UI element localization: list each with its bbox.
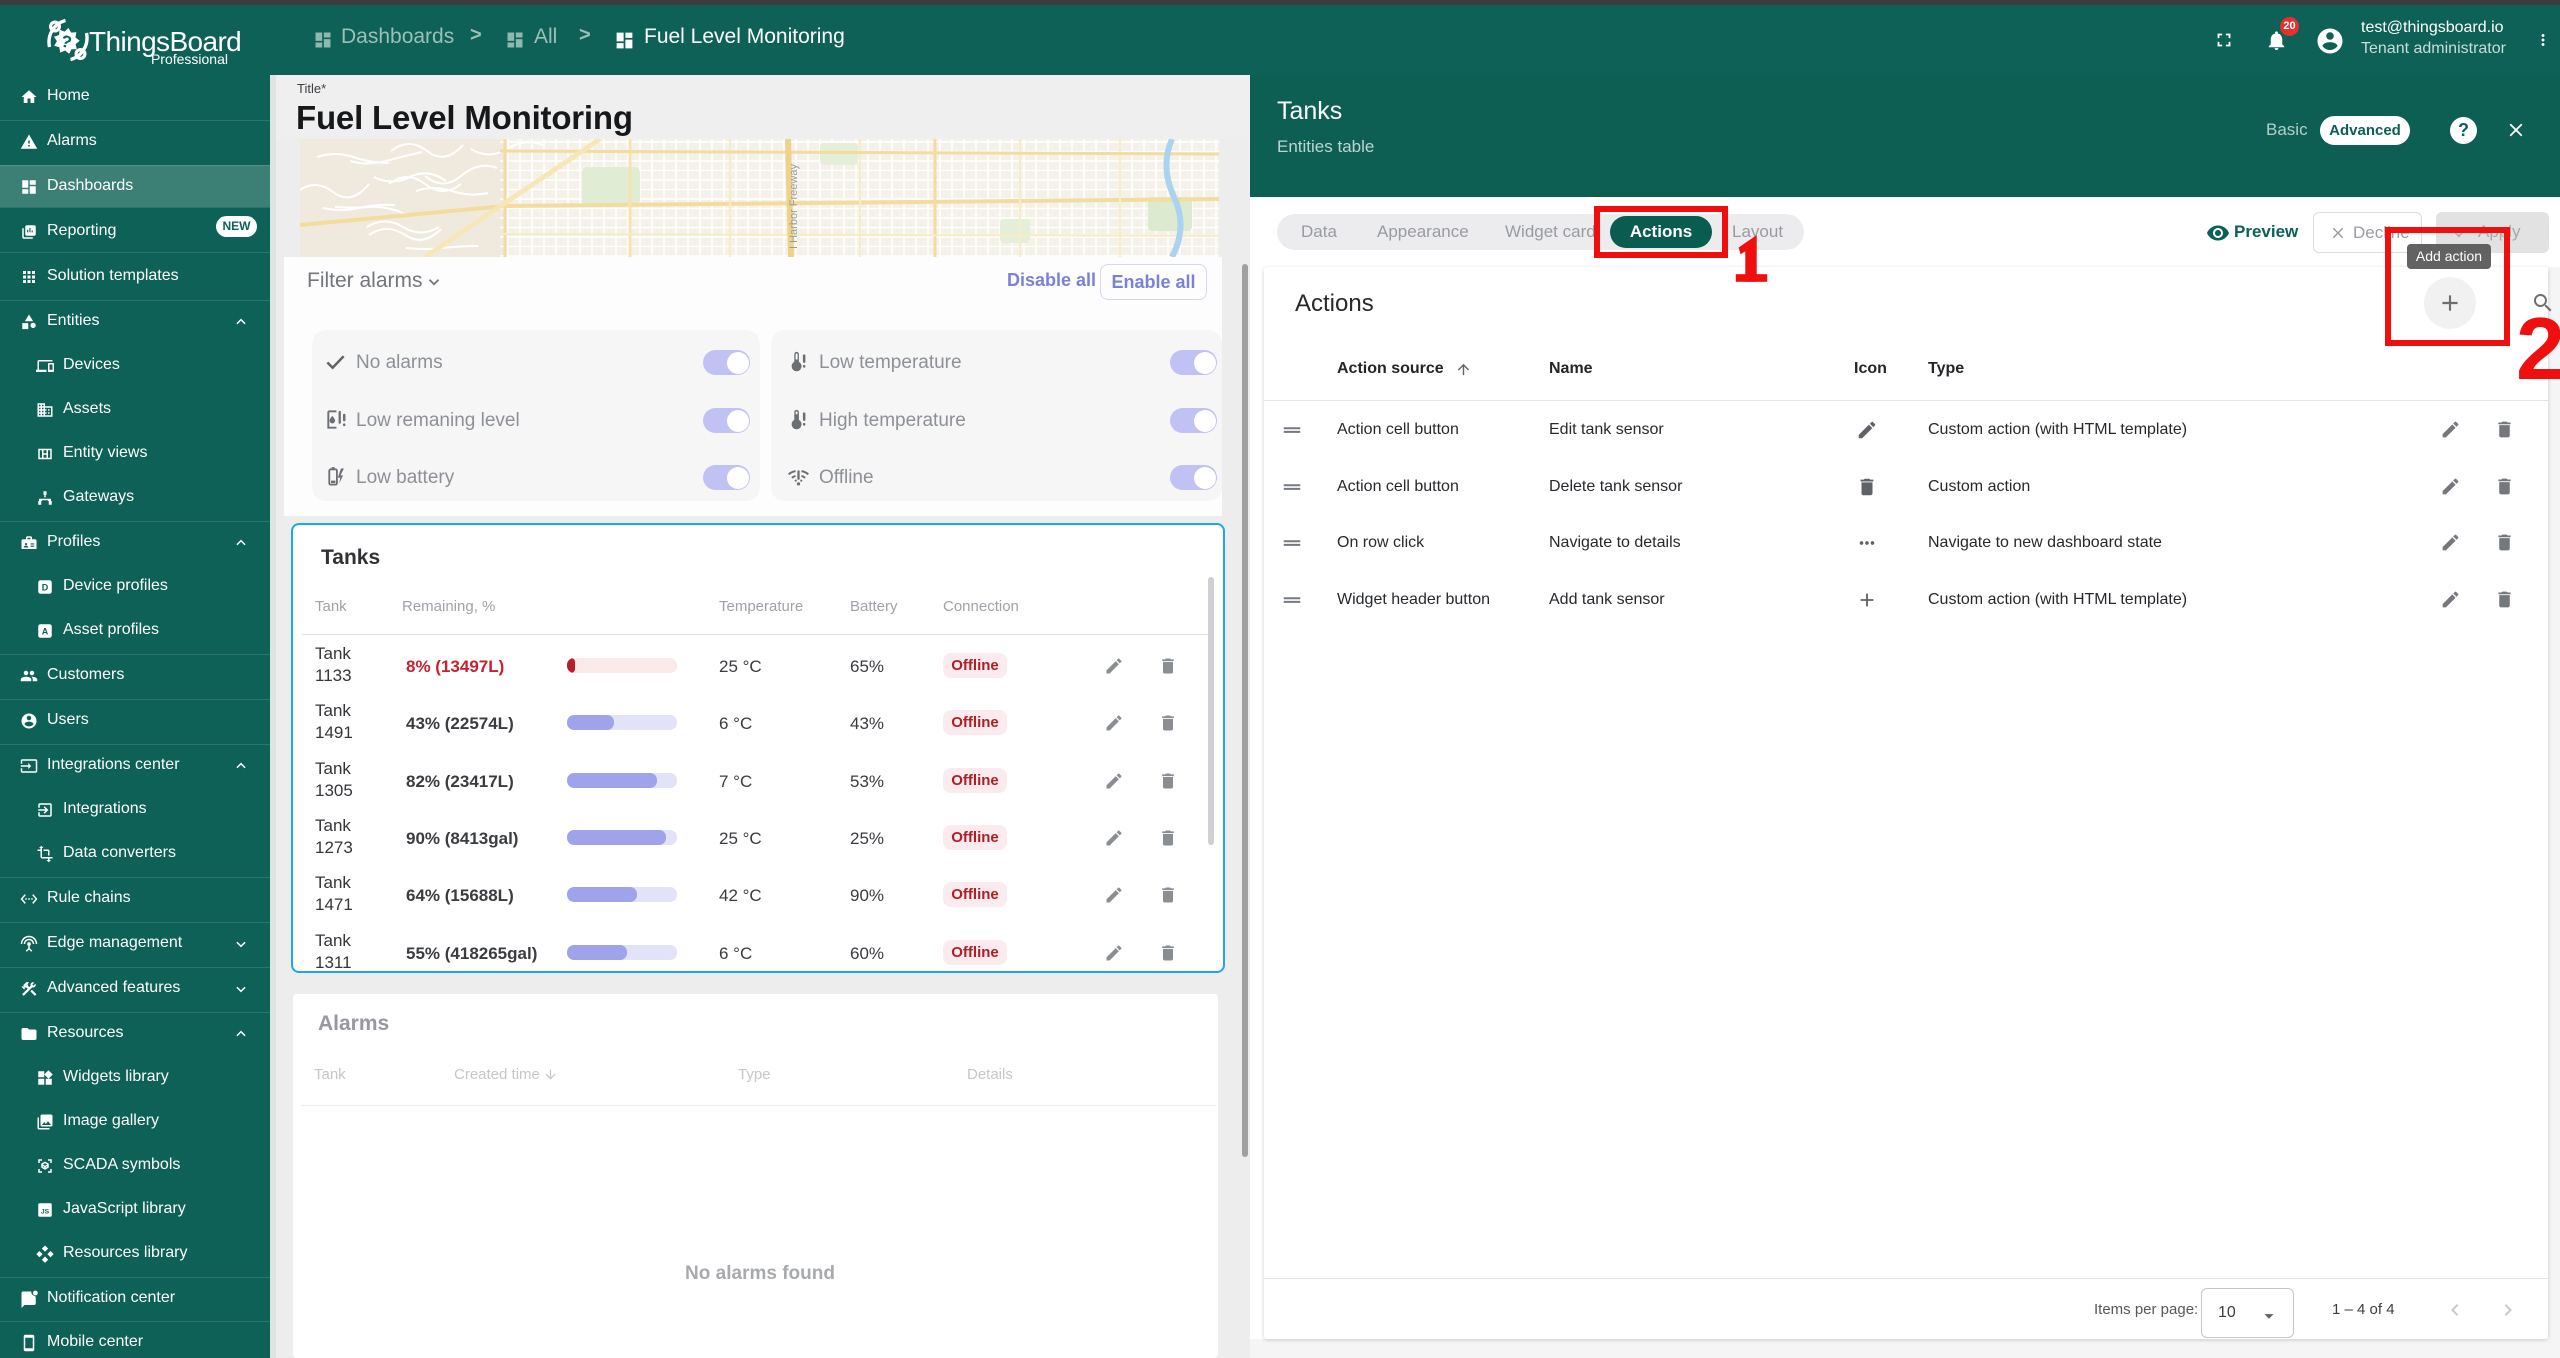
svg-text:I Harbor Freeway: I Harbor Freeway — [788, 164, 800, 249]
svg-text:JS: JS — [41, 1208, 50, 1215]
svg-text:D: D — [42, 583, 49, 593]
svg-text:A: A — [42, 627, 49, 637]
